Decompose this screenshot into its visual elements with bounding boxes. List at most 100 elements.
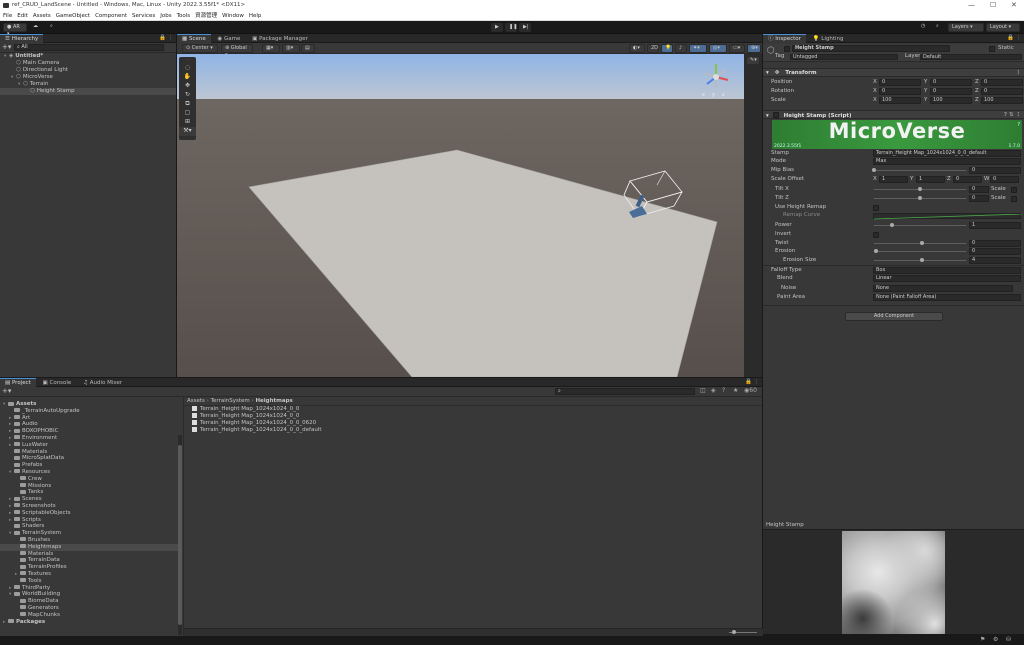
project-folder-item[interactable]: Tools [0,578,178,585]
project-folder-item[interactable]: MapChunks [0,612,178,619]
tiltz-scale-checkbox[interactable] [1011,196,1017,202]
twist-value[interactable]: 0 [969,240,1021,247]
project-folder-item[interactable]: ▾ Resources [0,469,178,476]
menu-item[interactable]: Assets [33,11,51,21]
project-folder-item[interactable]: Materials [0,449,178,456]
close-button[interactable]: ✕ [1011,0,1017,11]
project-folder-item[interactable]: ▸ Art [0,415,178,422]
project-folder-item[interactable]: ▸ Textures [0,571,178,578]
view-options-button[interactable]: ▤ [301,44,315,53]
position-y-field[interactable]: 0 [930,79,972,86]
tab-lighting[interactable]: 💡 Lighting [808,35,849,44]
inspector-lock-icon[interactable]: 🔒 [1007,34,1014,43]
project-lock-icon[interactable]: 🔒 [745,378,752,387]
noise-dropdown[interactable]: None [873,285,1013,292]
file-item[interactable]: Terrain_Height Map_1024x1024_0_0 [184,406,762,413]
stamp-object-field[interactable]: Terrain_Height Map_1024x1024_0_0_default [873,150,1021,157]
tiltz-slider-handle[interactable] [918,196,922,200]
scale-tool-icon[interactable]: ⧉ [179,100,196,109]
erosion-slider-handle[interactable] [874,249,878,253]
hierarchy-item[interactable]: ▾ ⬡ MicroVerse [0,74,176,81]
tab-hierarchy[interactable]: ☰ Hierarchy [0,34,44,43]
breadcrumb-terrainsystem[interactable]: TerrainSystem [211,398,250,404]
project-folder-item[interactable]: Shaders [0,523,178,530]
project-folder-item[interactable]: ▸ Environment [0,435,178,442]
project-folder-item[interactable]: ▸ ScriptableObjects [0,510,178,517]
custom-tool-icon[interactable]: ⚒▾ [179,127,196,136]
project-folder-item[interactable]: TerrainData [0,557,178,564]
filter-help-icon[interactable]: ? [722,387,725,394]
project-folder-item[interactable]: TerrainProfiles [0,564,178,571]
tree-scrollbar[interactable] [178,435,182,635]
minimize-button[interactable]: — [968,0,975,11]
hierarchy-item[interactable]: ▾ ◈ Untitled* [0,53,176,60]
account-button[interactable]: ● AR ▾ [3,23,27,37]
project-folder-item[interactable]: Crew [0,476,178,483]
scale-z-field[interactable]: 100 [981,97,1023,104]
project-folder-item[interactable]: ▸ LuxWater [0,442,178,449]
tab-inspector[interactable]: ⓘ Inspector [763,34,806,43]
rect-tool-icon[interactable]: ▢ [179,109,196,118]
project-folder-item[interactable]: ▸ Screenshots [0,503,178,510]
project-folder-item[interactable]: Brushes [0,537,178,544]
status-icon-3[interactable]: ⛁ [1006,636,1011,643]
camera-settings-button[interactable]: ▭▾ [729,44,745,53]
script-header[interactable]: ▾ Height Stamp (Script) ? ⇅ ⋮ [763,110,1024,119]
more-icon[interactable]: ⋮ [168,34,174,43]
scene-viewport[interactable]: ⋯ ◌ ✋ ✥ ↻ ⧉ ▢ ⊞ ⚒▾ x y z [177,54,744,377]
mip-bias-slider[interactable] [874,170,966,171]
pivot-dropdown[interactable]: ⊙ Center ▾ [182,44,218,53]
status-icon-1[interactable]: ⚑ [980,636,985,643]
tiltx-value[interactable]: 0 [969,186,989,193]
offset-x-field[interactable]: 1 [879,176,908,183]
offset-w-field[interactable]: 0 [990,176,1019,183]
hierarchy-item[interactable]: ⬡ Main Camera [0,60,176,67]
script-more-icon[interactable]: ? ⇅ ⋮ [1004,111,1021,119]
cloud-icon[interactable]: ☁ [30,23,42,32]
search-icon[interactable]: ⌕ [47,23,59,32]
remap-curve-field[interactable] [873,213,1023,220]
draw-mode-button[interactable]: ◐▾ [629,44,645,53]
project-folder-item[interactable]: ▸ Packages [0,619,178,626]
hand-tool-icon[interactable]: ✋ [179,73,196,82]
effects-toggle[interactable]: ✦▾ [689,44,707,53]
tiltx-scale-checkbox[interactable] [1011,187,1017,193]
menu-item[interactable]: Jobs [160,11,171,21]
lock-icon[interactable]: 🔒 [159,34,166,43]
rotate-tool-icon[interactable]: ↻ [179,91,196,100]
filter-type-icon[interactable]: ◫ [700,387,706,394]
overlay-menu-button[interactable]: ✎▾ [746,56,760,65]
power-value[interactable]: 1 [969,222,1021,229]
transform-tool-icon[interactable]: ⊞ [179,118,196,127]
rotation-z-field[interactable]: 0 [981,88,1023,95]
tab-scene[interactable]: ▦ Scene [177,34,211,43]
project-folder-item[interactable]: BiomeData [0,598,178,605]
project-folder-item[interactable]: ▸ ThirdParty [0,585,178,592]
menu-item[interactable]: Edit [17,11,28,21]
project-folder-item[interactable]: ▾ WorldBuilding [0,591,178,598]
hierarchy-item[interactable]: ⬡ Directional Light [0,67,176,74]
object-name-field[interactable]: Height Stamp [792,45,950,52]
menu-item[interactable]: Help [249,11,262,21]
maximize-button[interactable]: ☐ [990,0,996,11]
gizmos-toggle[interactable]: ⊕▾ [747,44,761,53]
menu-item[interactable]: 資源管理 [195,11,217,21]
help-icon[interactable]: ? [1017,122,1020,128]
pause-button[interactable]: ❚❚ [505,23,517,32]
mip-bias-slider-handle[interactable] [872,168,876,172]
breadcrumb-assets[interactable]: Assets [187,398,205,404]
power-slider[interactable] [874,225,966,226]
file-item[interactable]: Terrain_Height Map_1024x1024_0_0 [184,413,762,420]
rotation-x-field[interactable]: 0 [879,88,921,95]
status-icon-2[interactable]: ⚙ [993,636,998,643]
position-z-field[interactable]: 0 [981,79,1023,86]
file-item[interactable]: Terrain_Height Map_1024x1024_0_0_default [184,427,762,434]
paint-area-object-field[interactable]: None (Paint Falloff Area) [873,294,1021,301]
blend-dropdown[interactable]: Linear [873,275,1021,282]
space-dropdown[interactable]: ⊕ Global ▾ [221,44,253,58]
project-folder-item[interactable]: ▸ Scripts [0,517,178,524]
save-search-icon[interactable]: ★ [733,387,738,394]
hidden-packages-icon[interactable]: ◉60 [744,387,757,394]
transform-more-icon[interactable]: ⋮ [1016,69,1022,77]
project-folder-item[interactable]: Tanks [0,489,178,496]
